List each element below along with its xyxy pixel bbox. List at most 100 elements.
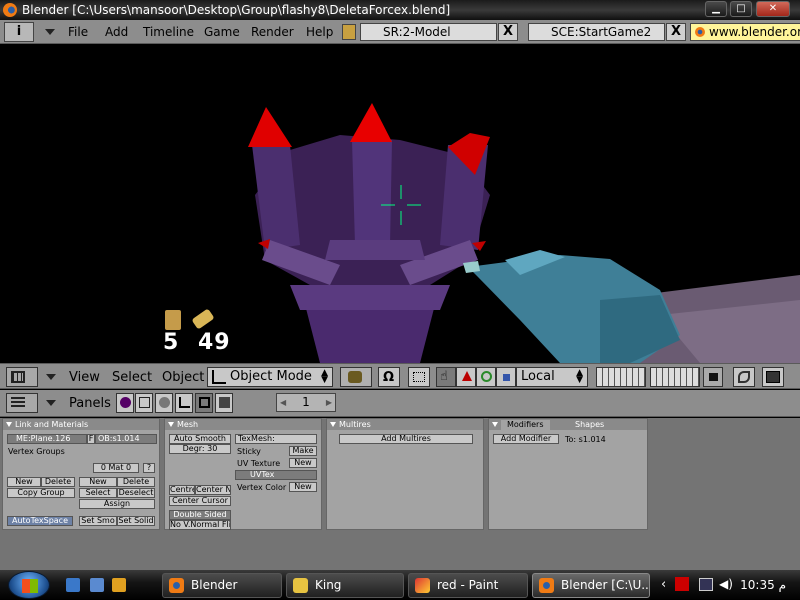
scale-button[interactable]	[496, 367, 516, 387]
frame-number-field[interactable]: ◀ 1 ▶	[276, 393, 336, 412]
vgroup-new-button[interactable]: New	[7, 477, 41, 487]
layer-buttons-1[interactable]	[596, 367, 646, 387]
editor-type-buttons-button[interactable]	[6, 393, 38, 413]
uv-texture-new-button[interactable]: New	[289, 458, 317, 468]
material-query-button[interactable]: ?	[143, 463, 155, 473]
3d-viewport[interactable]: 5 49	[0, 45, 800, 363]
autotexspace-toggle[interactable]: AutoTexSpace	[7, 516, 73, 526]
task-blender[interactable]: Blender	[162, 573, 282, 598]
set-solid-button[interactable]: Set Solid	[117, 516, 155, 526]
sticky-make-button[interactable]: Make	[289, 446, 317, 456]
blender-task-icon	[169, 578, 184, 593]
pivot-button[interactable]: Ω	[378, 367, 400, 387]
rotate-button[interactable]	[476, 367, 496, 387]
clock[interactable]: 10:35 م	[740, 578, 786, 592]
collapse-menu-icon[interactable]	[45, 29, 55, 35]
draw-type-button[interactable]	[340, 367, 372, 387]
auto-smooth-toggle[interactable]: Auto Smooth	[169, 434, 231, 444]
logic-context-button[interactable]	[116, 393, 134, 413]
media-player-icon[interactable]	[112, 578, 126, 592]
network-icon[interactable]	[699, 578, 713, 591]
menu-view[interactable]: View	[69, 370, 100, 385]
translate-button[interactable]	[456, 367, 476, 387]
double-sided-toggle[interactable]: Double Sided	[169, 510, 231, 520]
snap-button[interactable]	[408, 367, 430, 387]
delete-scene-button[interactable]: X	[666, 23, 686, 41]
center-cursor-button[interactable]: Center Cursor	[169, 496, 231, 506]
link-materials-title[interactable]: Link and Materials	[3, 419, 159, 430]
collapse-panels-menu-icon[interactable]	[46, 400, 56, 406]
task-paint[interactable]: red - Paint	[408, 573, 528, 598]
shapes-tab[interactable]: Shapes	[569, 420, 611, 430]
menu-render[interactable]: Render	[251, 25, 294, 39]
scene-name-field[interactable]: SCE:StartGame2	[528, 23, 665, 41]
modifiers-tab[interactable]: Modifiers	[501, 420, 550, 430]
menu-file[interactable]: File	[68, 25, 88, 39]
object-context-button[interactable]	[175, 393, 193, 413]
material-assign-button[interactable]: Assign	[79, 499, 155, 509]
menu-object[interactable]: Object	[162, 370, 204, 385]
editing-context-button[interactable]	[195, 393, 213, 413]
manipulator-toggle[interactable]: ☝	[436, 367, 456, 387]
menu-game[interactable]: Game	[204, 25, 240, 39]
pin-button[interactable]	[733, 367, 755, 387]
degree-field[interactable]: Degr: 30	[169, 444, 231, 454]
lock-button[interactable]	[703, 367, 723, 387]
collapse-view-menu-icon[interactable]	[46, 374, 56, 380]
vgroup-delete-button[interactable]: Delete	[41, 477, 75, 487]
fake-user-button[interactable]: F	[87, 434, 95, 444]
material-select-button[interactable]: Select	[79, 488, 117, 498]
menu-timeline[interactable]: Timeline	[143, 25, 194, 39]
scene-context-button[interactable]	[215, 393, 233, 413]
task-king[interactable]: King	[286, 573, 404, 598]
center-new-button[interactable]: Center New	[195, 485, 231, 495]
centre-button[interactable]: Centre	[169, 485, 195, 495]
show-desktop-icon[interactable]	[66, 578, 80, 592]
blender-url-link[interactable]: www.blender.org	[690, 23, 800, 41]
frame-next-arrow-icon[interactable]: ▶	[326, 394, 332, 411]
material-delete-button[interactable]: Delete	[117, 477, 155, 487]
object-name-field[interactable]: OB:s1.014	[95, 434, 157, 444]
editor-type-3dview-button[interactable]	[6, 367, 38, 387]
tray-expand-icon[interactable]: ‹	[661, 577, 666, 592]
antivirus-icon[interactable]	[675, 577, 689, 591]
add-modifier-button[interactable]: Add Modifier	[493, 434, 559, 444]
screen-name-field[interactable]: SR:2-Model	[360, 23, 497, 41]
arm-center	[325, 240, 425, 260]
close-window-button[interactable]: ✕	[756, 1, 790, 17]
texmesh-field[interactable]: TexMesh:	[235, 434, 317, 444]
add-multires-button[interactable]: Add Multires	[339, 434, 473, 444]
editor-type-button[interactable]: i	[4, 22, 34, 42]
multires-title[interactable]: Multires	[327, 419, 483, 430]
menu-help[interactable]: Help	[306, 25, 333, 39]
material-index-field[interactable]: 0 Mat 0	[93, 463, 139, 473]
screen-browse-icon[interactable]	[342, 24, 356, 40]
menu-select[interactable]: Select	[112, 370, 152, 385]
menu-panels[interactable]: Panels	[69, 396, 111, 411]
minimize-button[interactable]: ▁	[705, 1, 727, 17]
pillar-center	[352, 140, 392, 245]
mesh-name-field[interactable]: ME:Plane.126	[7, 434, 87, 444]
menu-add[interactable]: Add	[105, 25, 128, 39]
script-context-button[interactable]	[135, 393, 153, 413]
mode-dropdown[interactable]: Object Mode ▲ ▼	[207, 367, 333, 387]
no-vnormal-flip-toggle[interactable]: No V.Normal Flip	[169, 520, 231, 530]
volume-icon[interactable]: ◀)	[719, 577, 733, 591]
uvtex-layer[interactable]: UVTex	[235, 470, 317, 480]
maximize-button[interactable]: □	[730, 1, 752, 17]
render-view-button[interactable]	[762, 367, 784, 387]
switch-windows-icon[interactable]	[90, 578, 104, 592]
delete-screen-button[interactable]: X	[498, 23, 518, 41]
frame-prev-arrow-icon[interactable]: ◀	[280, 394, 286, 411]
mesh-title[interactable]: Mesh	[165, 419, 321, 430]
material-new-button[interactable]: New	[79, 477, 117, 487]
shading-context-button[interactable]	[155, 393, 173, 413]
task-blender-active[interactable]: Blender [C:\U...	[532, 573, 650, 598]
start-button[interactable]	[8, 571, 50, 599]
set-smooth-button[interactable]: Set Smo	[79, 516, 117, 526]
material-deselect-button[interactable]: Deselect	[117, 488, 155, 498]
copy-group-button[interactable]: Copy Group	[7, 488, 75, 498]
orientation-dropdown[interactable]: Local ▲ ▼	[516, 367, 588, 387]
vertex-color-new-button[interactable]: New	[289, 482, 317, 492]
layer-buttons-2[interactable]	[650, 367, 700, 387]
